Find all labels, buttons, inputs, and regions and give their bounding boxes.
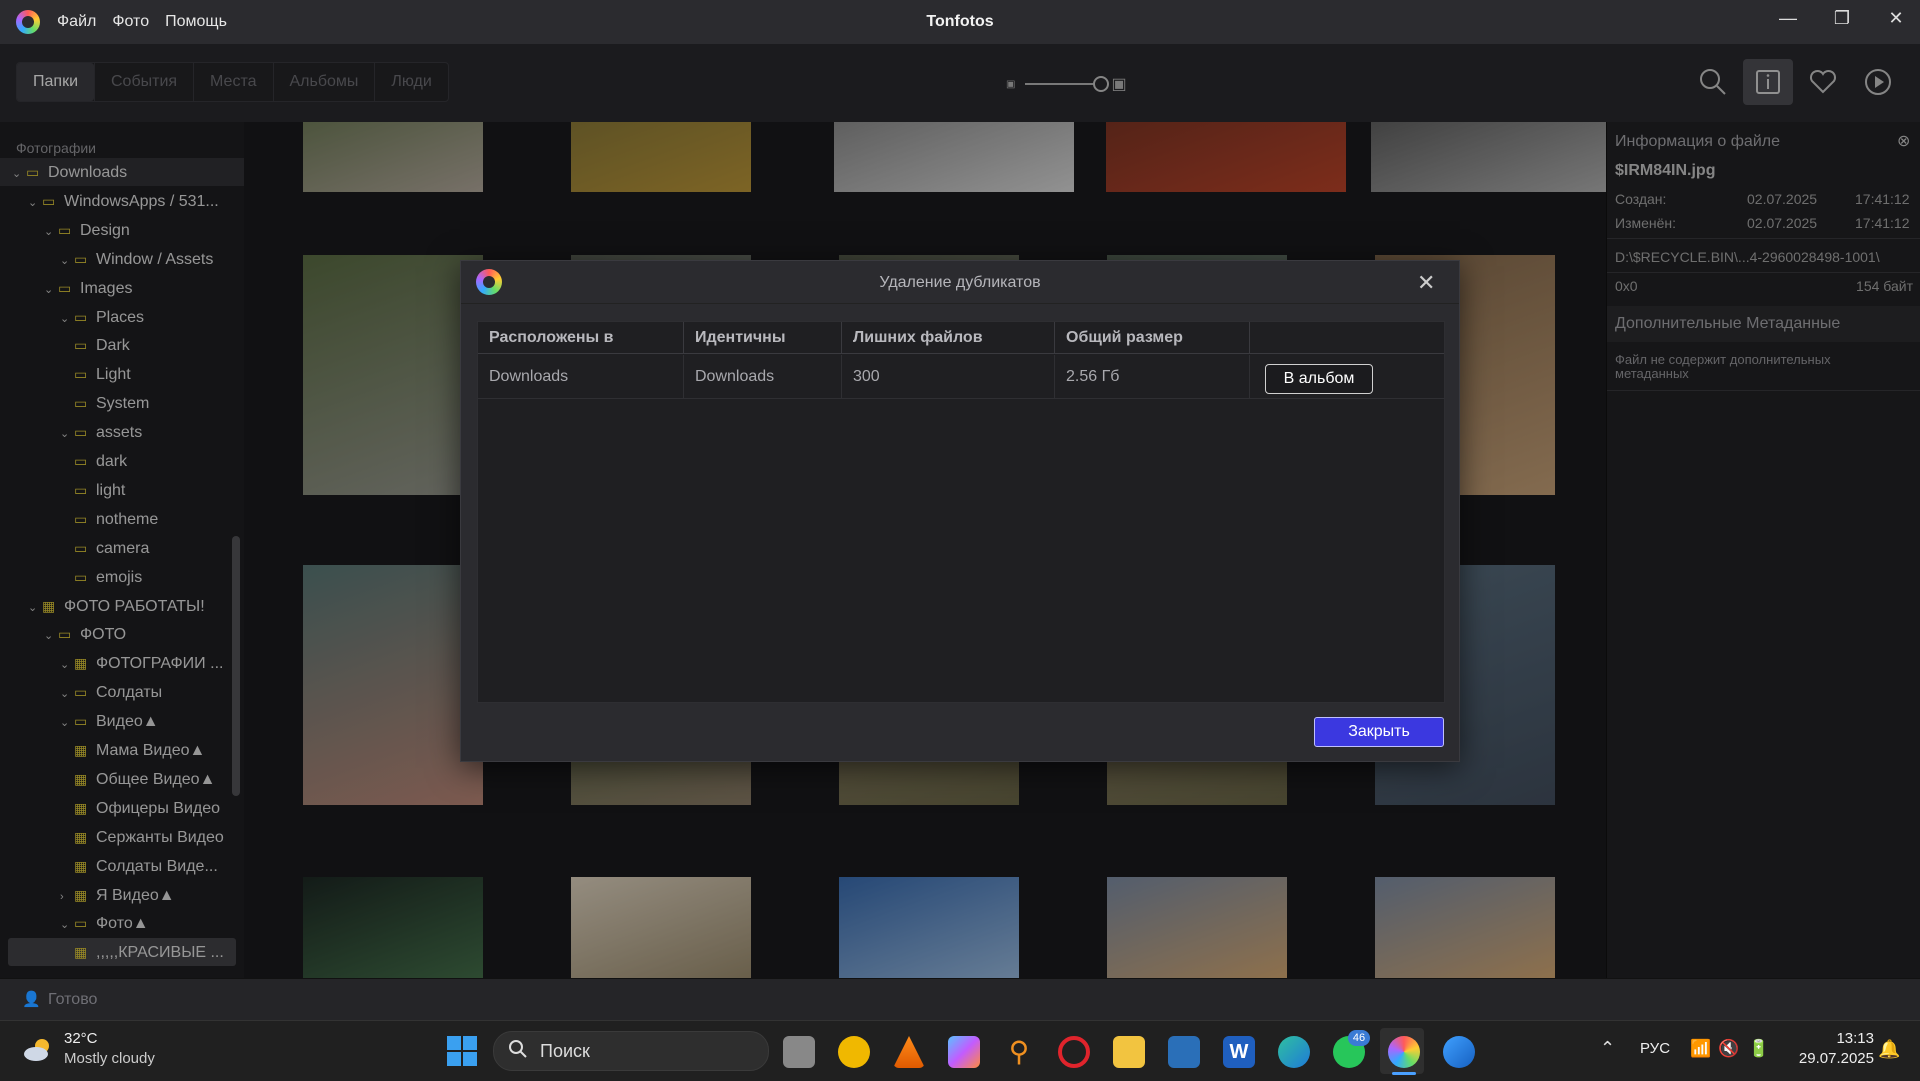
clock-date[interactable]: 29.07.2025 — [1784, 1050, 1874, 1067]
tonfotos-icon[interactable] — [1388, 1036, 1420, 1068]
add-to-album-button[interactable]: В альбом — [1265, 364, 1373, 394]
search-icon — [508, 1039, 528, 1064]
dialog-title: Удаление дубликатов — [879, 274, 1041, 291]
muted-speaker-icon[interactable]: 🔇 — [1718, 1039, 1739, 1059]
active-indicator — [1392, 1072, 1416, 1075]
close-dialog-button[interactable]: Закрыть — [1314, 717, 1444, 747]
word-icon[interactable]: W — [1223, 1036, 1255, 1068]
minimize-icon[interactable]: — — [1768, 8, 1808, 29]
title-bar: Файл Фото Помощь Tonfotos — ❐ ✕ — [0, 0, 1920, 44]
column-header: Идентичны — [684, 322, 842, 354]
column-header: Лишних файлов — [842, 322, 1055, 354]
notification-badge: 46 — [1348, 1030, 1370, 1046]
task-view-icon[interactable] — [783, 1036, 815, 1068]
duplicates-dialog: Удаление дубликатов ✕ Расположены в Иден… — [460, 260, 1460, 762]
table-cell: Downloads — [684, 355, 842, 399]
edge-icon[interactable] — [1278, 1036, 1310, 1068]
divider — [461, 303, 1459, 304]
table-cell: 2.56 Гб — [1055, 355, 1250, 399]
copilot-icon[interactable] — [948, 1036, 980, 1068]
table-cell: 300 — [842, 355, 1055, 399]
duplicates-table: Расположены в Идентичны Лишних файлов Об… — [477, 321, 1445, 703]
dialog-close-icon[interactable]: ✕ — [1417, 270, 1435, 296]
windows-start-icon[interactable] — [447, 1036, 477, 1066]
status-bar: 👤 Готово — [0, 978, 1920, 1021]
input-language[interactable]: РУС — [1640, 1040, 1670, 1057]
onedrive-icon[interactable] — [1443, 1036, 1475, 1068]
window-title: Tonfotos — [926, 13, 994, 30]
opera-icon[interactable] — [1058, 1036, 1090, 1068]
restore-icon[interactable]: ❐ — [1822, 8, 1862, 29]
weather-temp[interactable]: 32°C — [64, 1030, 98, 1047]
column-header: Общий размер — [1055, 322, 1250, 354]
column-header — [1250, 322, 1444, 354]
taskbar-search[interactable]: Поиск — [493, 1031, 769, 1071]
table-cell: Downloads — [478, 355, 684, 399]
file-explorer-icon[interactable] — [1113, 1036, 1145, 1068]
battery-icon[interactable]: 🔋 — [1748, 1039, 1769, 1059]
status-text: Готово — [48, 991, 98, 1008]
notifications-icon[interactable]: 🔔 — [1878, 1039, 1900, 1060]
clock-time[interactable]: 13:13 — [1802, 1030, 1874, 1047]
weather-icon[interactable] — [22, 1036, 56, 1062]
magnifier-app-icon[interactable]: ⚲ — [1003, 1036, 1035, 1068]
close-icon[interactable]: ✕ — [1876, 8, 1916, 29]
user-icon: 👤 — [22, 991, 41, 1008]
wifi-icon[interactable]: 📶 — [1690, 1039, 1711, 1059]
search-placeholder: Поиск — [540, 1041, 590, 1061]
column-header: Расположены в — [478, 322, 684, 354]
weather-text[interactable]: Mostly cloudy — [64, 1050, 155, 1067]
aimp-icon[interactable] — [838, 1036, 870, 1068]
chevron-up-icon[interactable]: ⌃ — [1600, 1038, 1615, 1059]
app-icon[interactable] — [1168, 1036, 1200, 1068]
